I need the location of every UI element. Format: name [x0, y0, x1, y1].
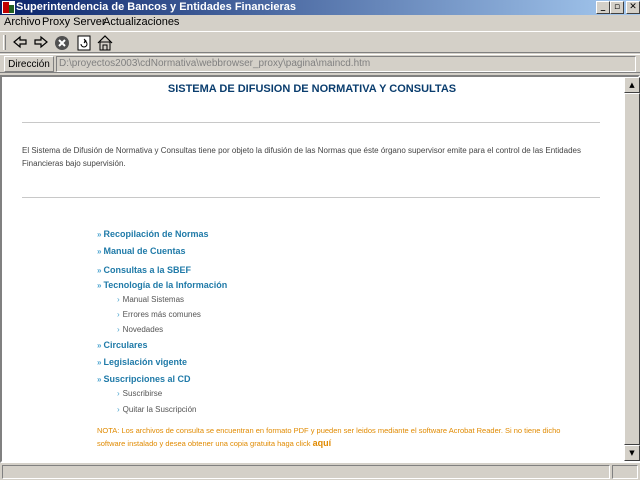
- back-button[interactable]: [10, 34, 30, 52]
- arrow-icon: »: [97, 281, 102, 290]
- link-label: Tecnología de la Información: [103, 280, 228, 290]
- app-icon[interactable]: [2, 1, 15, 14]
- sub-arrow-icon: ›: [117, 325, 120, 334]
- sub-arrow-icon: ›: [117, 405, 120, 414]
- title-bar: Superintendencia de Bancos y Entidades F…: [0, 0, 640, 15]
- toolbar: [0, 31, 640, 53]
- forward-button[interactable]: [31, 34, 51, 52]
- link-suscribirse[interactable]: › Suscribirse: [117, 389, 162, 398]
- menu-archivo[interactable]: Archivo: [4, 16, 41, 28]
- link-errores-comunes[interactable]: › Errores más comunes: [117, 310, 201, 319]
- link-label: Errores más comunes: [122, 310, 201, 319]
- address-field[interactable]: D:\proyectos2003\cdNormativa\webbrowser_…: [56, 56, 636, 72]
- address-bar: Dirección D:\proyectos2003\cdNormativa\w…: [0, 54, 640, 73]
- arrow-icon: »: [97, 247, 102, 256]
- link-label: Novedades: [122, 325, 164, 334]
- link-label: Consultas a la SBEF: [103, 265, 191, 275]
- page-content: SISTEMA DE DIFUSION DE NORMATIVA Y CONSU…: [2, 77, 624, 461]
- link-tecnologia-informacion[interactable]: » Tecnología de la Información: [97, 280, 227, 290]
- link-manual-sistemas[interactable]: › Manual Sistemas: [117, 295, 184, 304]
- link-novedades[interactable]: › Novedades: [117, 325, 163, 334]
- stop-icon: [52, 35, 72, 51]
- download-here-link[interactable]: aquí: [313, 438, 332, 448]
- menu-bar: Archivo Proxy Server Actualizaciones: [0, 15, 640, 30]
- forward-arrow-icon: [31, 35, 51, 49]
- home-button[interactable]: [95, 34, 115, 52]
- close-button[interactable]: ✕: [626, 1, 640, 14]
- window-title: Superintendencia de Bancos y Entidades F…: [16, 1, 296, 13]
- link-recopilacion-normas[interactable]: » Recopilación de Normas: [97, 229, 208, 239]
- divider-top: [22, 122, 600, 123]
- link-manual-cuentas[interactable]: » Manual de Cuentas: [97, 246, 185, 256]
- link-label: Recopilación de Normas: [103, 229, 209, 239]
- divider-bottom: [22, 197, 600, 198]
- arrow-icon: »: [97, 230, 102, 239]
- link-label: Circulares: [103, 340, 148, 350]
- link-label: Quitar la Suscripción: [122, 405, 197, 414]
- status-pane-main: [2, 465, 610, 479]
- arrow-icon: »: [97, 266, 102, 275]
- refresh-icon: [74, 35, 94, 51]
- link-legislacion-vigente[interactable]: » Legislación vigente: [97, 357, 187, 367]
- minimize-button[interactable]: _: [596, 1, 610, 14]
- link-label: Manual de Cuentas: [103, 246, 186, 256]
- link-suscripciones-cd[interactable]: » Suscripciones al CD: [97, 374, 190, 384]
- link-consultas-sbef[interactable]: » Consultas a la SBEF: [97, 265, 191, 275]
- sub-arrow-icon: ›: [117, 389, 120, 398]
- menu-proxy-server[interactable]: Proxy Server: [42, 16, 106, 28]
- link-quitar-suscripcion[interactable]: › Quitar la Suscripción: [117, 405, 196, 414]
- link-label: Legislación vigente: [103, 357, 187, 367]
- link-label: Suscripciones al CD: [103, 374, 191, 384]
- vertical-scrollbar[interactable]: ▲ ▼: [624, 77, 640, 461]
- arrow-icon: »: [97, 358, 102, 367]
- link-circulares[interactable]: » Circulares: [97, 340, 147, 350]
- link-label: Suscribirse: [122, 389, 163, 398]
- page-title: SISTEMA DE DIFUSION DE NORMATIVA Y CONSU…: [167, 83, 457, 95]
- maximize-button[interactable]: ▫: [610, 1, 624, 14]
- arrow-icon: »: [97, 375, 102, 384]
- status-bar: [0, 463, 640, 480]
- pdf-note: NOTA: Los archivos de consulta se encuen…: [97, 425, 587, 450]
- arrow-icon: »: [97, 341, 102, 350]
- refresh-button[interactable]: [74, 34, 94, 52]
- home-icon: [95, 35, 115, 51]
- menu-actualizaciones[interactable]: Actualizaciones: [103, 16, 179, 28]
- scroll-down-button[interactable]: ▼: [624, 445, 640, 461]
- intro-text: El Sistema de Difusión de Normativa y Co…: [22, 146, 581, 168]
- toolbar-grip[interactable]: [3, 35, 6, 50]
- stop-button[interactable]: [52, 34, 72, 52]
- link-label: Manual Sistemas: [122, 295, 185, 304]
- status-pane-secondary: [612, 465, 638, 479]
- sub-arrow-icon: ›: [117, 310, 120, 319]
- sub-arrow-icon: ›: [117, 295, 120, 304]
- scroll-thumb[interactable]: [624, 93, 640, 445]
- back-arrow-icon: [10, 35, 30, 49]
- content-frame: SISTEMA DE DIFUSION DE NORMATIVA Y CONSU…: [0, 75, 640, 463]
- scroll-up-button[interactable]: ▲: [624, 77, 640, 93]
- address-label: Dirección: [4, 56, 54, 72]
